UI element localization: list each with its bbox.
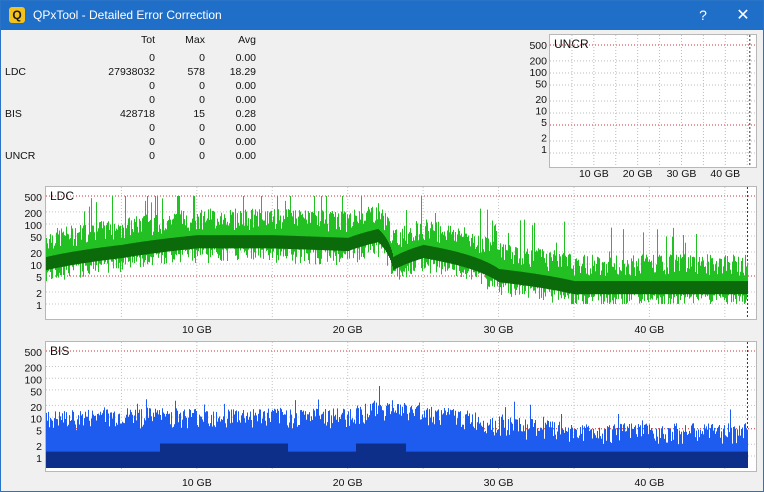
- header-tot: Tot: [140, 34, 155, 46]
- row-avg: 0.00: [235, 136, 256, 148]
- row-max: 0: [199, 122, 205, 134]
- x-tick-label: 30 GB: [484, 477, 514, 489]
- stats-row: 0 0 0.00: [1, 80, 271, 94]
- row-avg: 0.00: [235, 80, 256, 92]
- uncr-axes: 500 20010050 20105 21 10 GB 20 GB 30 GB 40 GB: [529, 35, 756, 180]
- x-tick-label: 40 GB: [635, 477, 665, 489]
- x-tick-label: 40 GB: [710, 168, 740, 180]
- row-max: 578: [187, 66, 205, 78]
- y-tick-label: 1: [36, 453, 42, 465]
- x-tick-label: 10 GB: [182, 477, 212, 489]
- y-tick-label: 2: [36, 441, 42, 453]
- row-avg: 0.28: [235, 108, 256, 120]
- qpxtool-window: Q QPxTool - Detailed Error Correction ? …: [0, 0, 764, 492]
- row-max: 0: [199, 94, 205, 106]
- y-tick-label: 2: [541, 132, 547, 144]
- row-label: UNCR: [5, 150, 36, 162]
- close-button[interactable]: ✕: [723, 1, 763, 30]
- row-label: BIS: [5, 108, 22, 120]
- stats-row: 0 0 0.00: [1, 122, 271, 136]
- y-tick-label: 100: [24, 374, 42, 386]
- stats-row: 0 0 0.00: [1, 136, 271, 150]
- row-avg: 0.00: [235, 150, 256, 162]
- x-tick-label: 20 GB: [623, 168, 653, 180]
- y-tick-label: 20: [30, 248, 42, 260]
- row-tot: 0: [149, 52, 155, 64]
- row-label: LDC: [5, 66, 27, 78]
- ldc-axes: 50020010050201052110 GB 20 GB 30 GB 40 GB: [24, 192, 664, 336]
- row-max: 0: [199, 80, 205, 92]
- y-tick-label: 5: [541, 117, 547, 129]
- stats-row: LDC 27938032 578 18.29: [1, 66, 271, 80]
- y-tick-label: 50: [535, 79, 547, 91]
- stats-row: BIS 428718 15 0.28: [1, 108, 271, 122]
- x-tick-label: 20 GB: [333, 477, 363, 489]
- x-tick-label: 10 GB: [579, 168, 609, 180]
- help-button[interactable]: ?: [683, 1, 723, 30]
- y-tick-label: 100: [529, 67, 547, 79]
- y-tick-label: 500: [24, 347, 42, 359]
- y-tick-label: 20: [535, 94, 547, 106]
- row-avg: 0.00: [235, 122, 256, 134]
- qpxtool-icon: Q: [9, 7, 25, 23]
- y-tick-label: 10: [535, 105, 547, 117]
- y-tick-label: 5: [36, 426, 42, 438]
- y-tick-label: 200: [24, 363, 42, 375]
- y-tick-label: 200: [24, 208, 42, 220]
- x-tick-label: 30 GB: [667, 168, 697, 180]
- row-max: 0: [199, 150, 205, 162]
- window-title: QPxTool - Detailed Error Correction: [33, 8, 222, 22]
- y-tick-label: 50: [30, 232, 42, 244]
- row-max: 15: [193, 108, 205, 120]
- stats-header-row: Tot Max Avg: [1, 34, 271, 48]
- row-tot: 27938032: [108, 66, 155, 78]
- y-tick-label: 10: [30, 414, 42, 426]
- header-max: Max: [185, 34, 205, 46]
- y-tick-label: 500: [529, 40, 547, 52]
- row-max: 0: [199, 136, 205, 148]
- uncr-grid: [550, 35, 756, 167]
- y-tick-label: 50: [30, 386, 42, 398]
- y-tick-label: 100: [24, 220, 42, 232]
- row-max: 0: [199, 52, 205, 64]
- row-avg: 18.29: [229, 66, 256, 78]
- content-area: Tot Max Avg 0 0 0.00 LDC 27938032 578 18…: [1, 30, 763, 491]
- stats-row: 0 0 0.00: [1, 94, 271, 108]
- row-tot: 0: [149, 150, 155, 162]
- row-tot: 0: [149, 136, 155, 148]
- y-tick-label: 1: [36, 300, 42, 312]
- row-avg: 0.00: [235, 94, 256, 106]
- bis-axes: 500 20010050 20105 21 10 GB 20 GB 30 GB 40 GB: [24, 347, 665, 489]
- y-tick-label: 500: [24, 192, 42, 204]
- header-avg: Avg: [238, 34, 256, 46]
- row-avg: 0.00: [235, 52, 256, 64]
- y-tick-label: 2: [36, 288, 42, 300]
- y-tick-label: 200: [529, 55, 547, 67]
- y-tick-label: 10: [30, 260, 42, 272]
- row-tot: 0: [149, 94, 155, 106]
- title-bar: Q QPxTool - Detailed Error Correction ? …: [1, 1, 763, 30]
- y-tick-label: 20: [30, 402, 42, 414]
- row-tot: 0: [149, 122, 155, 134]
- y-tick-label: 5: [36, 272, 42, 284]
- row-tot: 0: [149, 80, 155, 92]
- stats-row: 0 0 0.00: [1, 52, 271, 66]
- row-tot: 428718: [119, 108, 155, 120]
- stats-row: UNCR 0 0 0.00: [1, 150, 271, 164]
- y-tick-label: 1: [541, 144, 547, 156]
